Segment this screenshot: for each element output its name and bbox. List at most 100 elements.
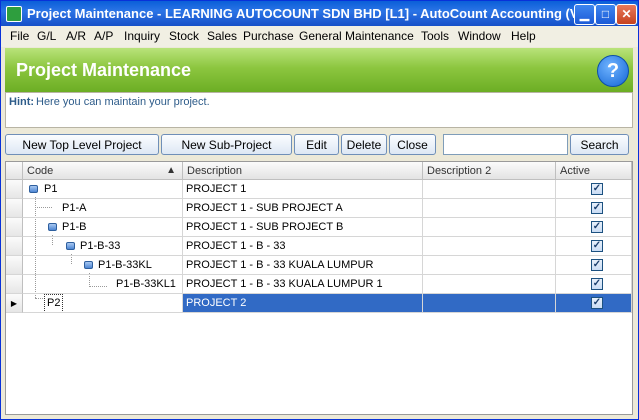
table-row[interactable]: P1-B-33KL PROJECT 1 - B - 33 KUALA LUMPU… [6,256,632,275]
column-header-active[interactable]: Active [556,162,632,180]
cell-description: PROJECT 1 - SUB PROJECT B [183,218,423,237]
table-row[interactable]: P1-B-33 PROJECT 1 - B - 33 ✓ [6,237,632,256]
column-header-code-label: Code [27,165,54,177]
column-header-code[interactable]: Code ▲ [23,162,183,180]
app-window: Project Maintenance - LEARNING AUTOCOUNT… [0,0,639,420]
node-collapse-icon[interactable] [84,261,93,269]
menu-window[interactable]: Window [458,29,501,43]
close-window-button[interactable]: ✕ [616,4,637,25]
row-selector[interactable] [6,256,23,275]
app-icon [6,6,22,22]
menu-file[interactable]: File [10,29,29,43]
menu-general-maintenance[interactable]: General Maintenance [299,29,414,43]
search-button[interactable]: Search [570,134,629,155]
cell-active: ✓ [556,256,632,275]
cell-code: P1 [23,180,183,199]
cell-description-2 [423,294,556,313]
active-checkbox[interactable]: ✓ [591,259,603,271]
row-selector[interactable] [6,218,23,237]
cell-code-text: P1-B-33KL [98,259,152,271]
active-checkbox[interactable]: ✓ [591,297,603,309]
row-selector-header [6,162,23,180]
maximize-button[interactable]: □ [595,4,616,25]
row-selector[interactable] [6,275,23,294]
page-title: Project Maintenance [16,60,192,80]
cell-description: PROJECT 1 [183,180,423,199]
row-selector[interactable] [6,180,23,199]
cell-code: P1-B-33KL1 [23,275,183,294]
cell-active: ✓ [556,294,632,313]
cell-code-text: P1-B-33 [80,240,121,252]
table-row[interactable]: P1 PROJECT 1 ✓ [6,180,632,199]
cell-description-2 [423,218,556,237]
cell-description-2 [423,199,556,218]
table-row[interactable]: P1-B PROJECT 1 - SUB PROJECT B ✓ [6,218,632,237]
row-selector[interactable] [6,199,23,218]
cell-description-2 [423,237,556,256]
active-checkbox[interactable]: ✓ [591,278,603,290]
header-banner: Project Maintenance ? [5,48,633,92]
cell-code: P1-B-33 [23,237,183,256]
cell-description: PROJECT 1 - B - 33 KUALA LUMPUR 1 [183,275,423,294]
hint-text: Here you can maintain your project. [36,96,210,108]
menu-tools[interactable]: Tools [421,29,449,43]
sort-ascending-icon: ▲ [166,165,176,176]
current-row-indicator[interactable]: ▶ [6,294,23,313]
cell-code-text: P1-B [62,221,87,233]
menu-inquiry[interactable]: Inquiry [124,29,160,43]
cell-description-2 [423,180,556,199]
table-row-selected[interactable]: ▶ P2 PROJECT 2 ✓ [6,294,632,313]
active-checkbox[interactable]: ✓ [591,202,603,214]
cell-code[interactable]: P2 [23,294,183,313]
menu-stock[interactable]: Stock [169,29,199,43]
new-sub-project-button[interactable]: New Sub-Project [161,134,292,155]
cell-description-2 [423,256,556,275]
cell-active: ✓ [556,237,632,256]
active-checkbox[interactable]: ✓ [591,240,603,252]
table-row[interactable]: P1-A PROJECT 1 - SUB PROJECT A ✓ [6,199,632,218]
node-collapse-icon[interactable] [48,223,57,231]
delete-button[interactable]: Delete [341,134,387,155]
node-collapse-icon[interactable] [29,185,38,193]
menu-ap[interactable]: A/P [94,29,113,43]
cell-description: PROJECT 2 [183,294,423,313]
cell-description: PROJECT 1 - B - 33 [183,237,423,256]
cell-code-text: P1 [44,183,58,195]
table-row[interactable]: P1-B-33KL1 PROJECT 1 - B - 33 KUALA LUMP… [6,275,632,294]
close-button[interactable]: Close [389,134,436,155]
menu-bar: File G/L A/R A/P Inquiry Stock Sales Pur… [1,26,638,47]
window-title: Project Maintenance - LEARNING AUTOCOUNT… [27,6,589,21]
new-top-level-project-button[interactable]: New Top Level Project [5,134,159,155]
minimize-button[interactable]: ▁ [574,4,595,25]
search-input[interactable] [443,134,568,155]
help-icon[interactable]: ? [597,55,629,87]
cell-code: P1-A [23,199,183,218]
hint-panel: Hint: Here you can maintain your project… [5,92,633,128]
cell-code-text: P1-B-33KL1 [116,278,176,290]
cell-active: ✓ [556,180,632,199]
hint-label: Hint: [9,96,35,108]
cell-active: ✓ [556,218,632,237]
project-grid: Code ▲ Description Description 2 Active … [5,161,633,415]
edit-button[interactable]: Edit [294,134,339,155]
cell-description: PROJECT 1 - SUB PROJECT A [183,199,423,218]
cell-code-text: P1-A [62,202,87,214]
menu-help[interactable]: Help [511,29,536,43]
active-checkbox[interactable]: ✓ [591,221,603,233]
cell-active: ✓ [556,275,632,294]
menu-purchase[interactable]: Purchase [243,29,294,43]
column-header-description[interactable]: Description [183,162,423,180]
row-selector[interactable] [6,237,23,256]
cell-code: P1-B [23,218,183,237]
menu-ar[interactable]: A/R [66,29,86,43]
menu-gl[interactable]: G/L [37,29,56,43]
cell-code-text: P2 [44,294,64,312]
title-bar[interactable]: Project Maintenance - LEARNING AUTOCOUNT… [1,1,638,26]
cell-code: P1-B-33KL [23,256,183,275]
menu-sales[interactable]: Sales [207,29,237,43]
cell-description-2 [423,275,556,294]
active-checkbox[interactable]: ✓ [591,183,603,195]
cell-active: ✓ [556,199,632,218]
node-collapse-icon[interactable] [66,242,75,250]
column-header-description-2[interactable]: Description 2 [423,162,556,180]
